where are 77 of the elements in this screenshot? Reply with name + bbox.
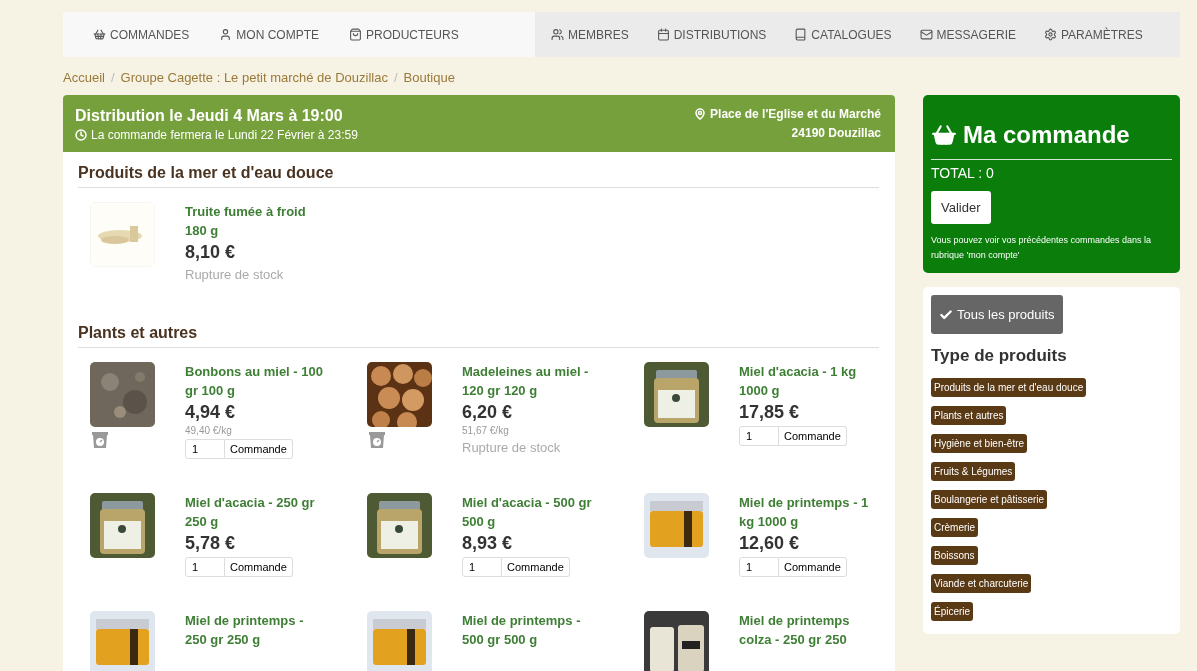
filter-title: Type de produits <box>931 346 1067 366</box>
nav-link[interactable]: PARAMÈTRES <box>1043 27 1143 42</box>
basket-icon <box>93 28 106 41</box>
distribution-place: Place de l'Eglise et du Marché <box>710 107 881 121</box>
product-price: 5,78 € <box>185 533 237 554</box>
product-price: 6,20 € <box>462 402 514 423</box>
mail-icon <box>919 28 933 41</box>
product-price: 8,10 € <box>185 242 237 263</box>
book-icon <box>794 28 808 41</box>
order-button[interactable]: Commande <box>779 557 847 577</box>
map-pin-icon <box>694 108 707 120</box>
product-name[interactable]: Truite fumée à froid 180 g <box>185 202 325 240</box>
breadcrumb-separator: / <box>393 70 398 85</box>
product-price: 12,60 € <box>739 533 801 554</box>
breadcrumb-link[interactable]: Accueil <box>63 70 105 85</box>
user-icon <box>219 28 233 41</box>
distribution-title: Distribution le Jeudi 4 Mars à 19:00 <box>75 107 344 125</box>
product-price: 8,93 € <box>462 533 514 554</box>
breadcrumb-separator: / <box>110 70 115 85</box>
product-price: 17,85 € <box>739 402 801 423</box>
order-note: Vous pouvez voir vos précédentes commandes dans la rubrique 'mon compte' <box>931 234 1153 262</box>
nav-link[interactable]: PRODUCTEURS <box>349 27 459 42</box>
order-total: TOTAL : 0 <box>931 165 995 181</box>
bag-icon <box>349 28 362 41</box>
stock-status: Rupture de stock <box>462 440 562 455</box>
category-title: Plants et autres <box>78 324 879 348</box>
unit-price: 49,40 €/kg <box>185 425 233 436</box>
product-name[interactable]: Miel d'acacia - 1 kg 1000 g <box>739 362 879 400</box>
nav-link[interactable]: CATALOGUES <box>794 27 892 42</box>
product-name[interactable]: Miel de printemps - 250 gr 250 g <box>185 611 325 649</box>
product-name[interactable]: Miel de printemps - 500 gr 500 g <box>462 611 602 649</box>
clock-icon <box>75 129 87 141</box>
stock-status: Rupture de stock <box>185 267 285 282</box>
product-price: 4,94 € <box>185 402 237 423</box>
nav-link[interactable]: MON COMPTE <box>219 27 319 42</box>
category-tag[interactable]: Viande et charcuterie <box>931 574 1032 593</box>
product-name[interactable]: Miel de printemps colza - 250 gr 250 <box>739 611 879 649</box>
order-button[interactable]: Commande <box>502 557 570 577</box>
unit-price: 51,67 €/kg <box>462 425 510 436</box>
quantity-field[interactable]: 1 <box>185 439 225 459</box>
category-tag[interactable]: Produits de la mer et d'eau douce <box>931 378 1087 397</box>
breadcrumb-link[interactable]: Groupe Cagette : Le petit marché de Douzillac <box>120 70 388 85</box>
product-name[interactable]: Miel d'acacia - 250 gr 250 g <box>185 493 325 531</box>
quantity-field[interactable]: 1 <box>462 557 502 577</box>
product-name[interactable]: Miel d'acacia - 500 gr 500 g <box>462 493 602 531</box>
category-tag[interactable]: Fruits & Légumes <box>931 462 1016 481</box>
category-tag[interactable]: Épicerie <box>931 602 974 621</box>
category-tag[interactable]: Hygiène et bien-être <box>931 434 1028 453</box>
nav-link[interactable]: MEMBRES <box>551 27 629 42</box>
order-button[interactable]: Commande <box>225 439 293 459</box>
users-icon <box>551 28 564 41</box>
nav-link[interactable]: DISTRIBUTIONS <box>656 27 767 42</box>
check-icon <box>939 307 953 322</box>
quantity-field[interactable]: 1 <box>739 426 779 446</box>
distribution-city: 24190 Douzillac <box>791 126 881 140</box>
settings-icon <box>1043 28 1057 41</box>
closing-date: La commande fermera le Lundi 22 Février à 23:59 <box>91 128 358 142</box>
category-tag[interactable]: Boissons <box>931 546 978 565</box>
product-name[interactable]: Miel de printemps - 1 kg 1000 g <box>739 493 879 531</box>
category-tag[interactable]: Crèmerie <box>931 518 979 537</box>
category-tag[interactable]: Boulangerie et pâtisserie <box>931 490 1048 509</box>
quantity-field[interactable]: 1 <box>185 557 225 577</box>
calendar-icon <box>656 28 670 41</box>
nav-link[interactable]: COMMANDES <box>93 27 190 42</box>
basket-icon <box>931 122 957 148</box>
product-name[interactable]: Madeleines au miel - 120 gr 120 g <box>462 362 602 400</box>
validate-button[interactable]: Valider <box>931 191 991 224</box>
product-name[interactable]: Bonbons au miel - 100 gr 100 g <box>185 362 325 400</box>
order-button[interactable]: Commande <box>779 426 847 446</box>
quantity-field[interactable]: 1 <box>739 557 779 577</box>
category-title: Produits de la mer et d'eau douce <box>78 164 879 188</box>
all-products-button[interactable]: Tous les produits <box>931 295 1063 334</box>
order-button[interactable]: Commande <box>225 557 293 577</box>
order-title: Ma commande <box>963 121 1130 149</box>
breadcrumb-link[interactable]: Boutique <box>403 70 455 85</box>
nav-link[interactable]: MESSAGERIE <box>919 27 1016 42</box>
category-tag[interactable]: Plants et autres <box>931 406 1007 425</box>
